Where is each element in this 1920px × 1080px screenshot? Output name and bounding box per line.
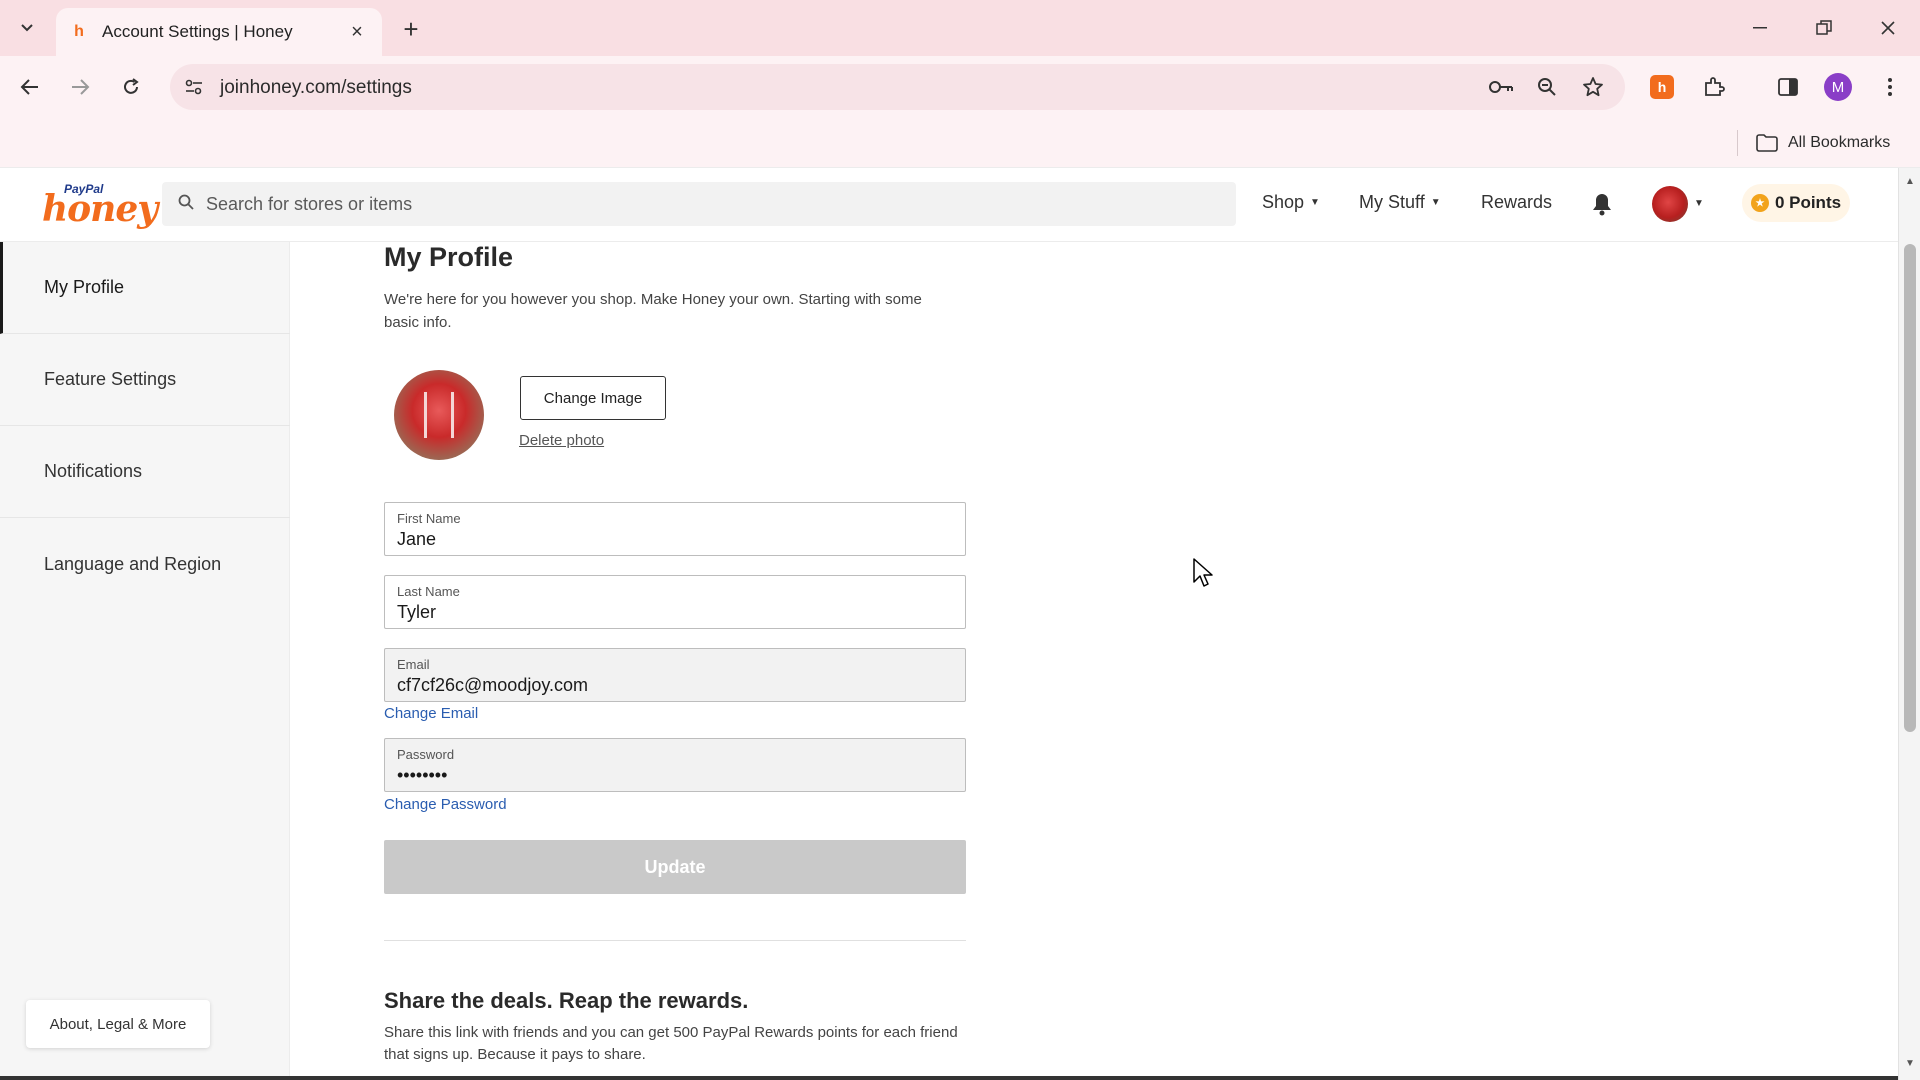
reload-button[interactable] xyxy=(113,69,149,105)
all-bookmarks-button[interactable]: All Bookmarks xyxy=(1756,128,1890,158)
last-name-label: Last Name xyxy=(397,584,460,599)
site-header: PayPal honey Shop ▼ My Stuff ▼ Rewards ▼… xyxy=(0,168,1898,242)
browser-menu-icon[interactable] xyxy=(1872,69,1908,105)
new-tab-button[interactable]: + xyxy=(396,14,426,44)
sidebar-item-label: My Profile xyxy=(44,277,125,297)
bookmark-star-icon[interactable] xyxy=(1580,74,1606,100)
browser-tab-active[interactable]: h Account Settings | Honey × xyxy=(56,8,382,56)
mouse-cursor-icon xyxy=(1193,558,1213,587)
reload-icon xyxy=(124,78,139,94)
paypal-honey-logo[interactable]: PayPal honey xyxy=(42,182,158,230)
password-field: Password •••••••• xyxy=(384,738,966,792)
notifications-bell-icon[interactable] xyxy=(1589,190,1615,218)
sidebar-item-label: Feature Settings xyxy=(44,369,177,389)
password-key-icon[interactable] xyxy=(1488,74,1514,100)
extensions-puzzle-icon[interactable] xyxy=(1696,69,1732,105)
all-bookmarks-label: All Bookmarks xyxy=(1788,134,1891,151)
email-label: Email xyxy=(397,657,430,672)
coin-icon: ★ xyxy=(1750,194,1769,212)
browser-toolbar: joinhoney.com/settings h M xyxy=(0,56,1920,118)
first-name-field[interactable]: First Name Jane xyxy=(384,502,966,556)
honey-favicon-icon: h xyxy=(74,23,84,40)
close-icon xyxy=(1881,21,1895,35)
user-avatar[interactable] xyxy=(1652,186,1688,222)
shop-label: Shop xyxy=(1262,192,1305,212)
caret-down-icon: ▼ xyxy=(1310,197,1320,208)
shop-menu[interactable]: Shop ▼ xyxy=(1262,192,1320,213)
first-name-label: First Name xyxy=(397,511,461,526)
last-name-field[interactable]: Last Name Tyler xyxy=(384,575,966,629)
bookmarks-bar: All Bookmarks xyxy=(0,118,1920,168)
restore-button[interactable] xyxy=(1804,12,1844,44)
tab-search-button[interactable] xyxy=(10,12,44,44)
first-name-value: Jane xyxy=(397,529,437,549)
minimize-button[interactable] xyxy=(1740,12,1780,44)
forward-button[interactable] xyxy=(62,69,98,105)
store-search[interactable] xyxy=(162,182,1236,226)
email-field: Email cf7cf26c@moodjoy.com xyxy=(384,648,966,702)
email-value: cf7cf26c@moodjoy.com xyxy=(397,675,589,695)
settings-sidebar: My Profile Feature Settings Notification… xyxy=(0,242,290,1080)
sidebar-item-label: Language and Region xyxy=(44,553,222,574)
points-badge[interactable]: ★ 0 Points xyxy=(1742,184,1850,222)
password-value: •••••••• xyxy=(397,765,448,785)
scroll-down-arrow-icon[interactable]: ▼ xyxy=(1905,1058,1915,1069)
change-image-button[interactable]: Change Image xyxy=(520,376,666,420)
close-tab-icon[interactable]: × xyxy=(346,21,368,43)
rewards-link[interactable]: Rewards xyxy=(1481,192,1552,213)
address-bar[interactable]: joinhoney.com/settings xyxy=(170,64,1625,110)
sidebar-item-my-profile[interactable]: My Profile xyxy=(0,242,290,334)
points-label: 0 Points xyxy=(1774,193,1842,212)
password-label: Password xyxy=(397,747,455,762)
last-name-value: Tyler xyxy=(397,602,437,622)
close-window-button[interactable] xyxy=(1868,12,1908,44)
sidebar-item-notifications[interactable]: Notifications xyxy=(0,426,290,518)
share-heading: Share the deals. Reap the rewards. xyxy=(384,988,749,1013)
bottom-edge xyxy=(0,1076,1898,1080)
profile-intro-text: We're here for you however you shop. Mak… xyxy=(384,291,922,331)
back-button[interactable] xyxy=(12,69,48,105)
caret-down-icon: ▼ xyxy=(1430,197,1441,208)
minimize-icon xyxy=(1753,27,1767,29)
zoom-icon[interactable] xyxy=(1534,74,1560,100)
restore-icon xyxy=(1816,20,1832,35)
avatar-caret-icon[interactable]: ▼ xyxy=(1694,198,1704,209)
forward-arrow-icon xyxy=(72,79,90,95)
delete-photo-link[interactable]: Delete photo xyxy=(519,432,604,449)
update-button[interactable]: Update xyxy=(384,840,966,894)
sidebar-item-language-region[interactable]: Language and Region xyxy=(0,518,290,610)
change-password-link[interactable]: Change Password xyxy=(384,796,507,813)
my-stuff-label: My Stuff xyxy=(1359,192,1425,212)
side-panel-icon[interactable] xyxy=(1770,69,1806,105)
profile-photo xyxy=(394,370,484,460)
profile-button[interactable]: M xyxy=(1820,69,1856,105)
search-icon xyxy=(178,194,194,215)
folder-icon xyxy=(1756,134,1778,152)
share-text: Share this link with friends and you can… xyxy=(384,1024,958,1063)
rewards-label: Rewards xyxy=(1481,192,1553,212)
browser-tabstrip: h Account Settings | Honey × + xyxy=(0,0,1920,56)
section-divider xyxy=(384,940,966,941)
page-scrollbar[interactable]: ▲ ▼ xyxy=(1898,168,1920,1080)
my-stuff-menu[interactable]: My Stuff ▼ xyxy=(1359,192,1441,213)
tab-title: Account Settings | Honey xyxy=(102,22,293,41)
profile-content: My Profile We're here for you however yo… xyxy=(290,242,1898,1080)
chevron-down-icon xyxy=(21,24,33,32)
gift-bow-shape xyxy=(424,392,454,438)
change-email-link[interactable]: Change Email xyxy=(384,705,478,722)
profile-avatar: M xyxy=(1824,73,1852,101)
sidebar-item-label: Notifications xyxy=(44,461,143,481)
logo-honey-text: honey xyxy=(42,188,158,230)
scrollbar-thumb[interactable] xyxy=(1904,244,1916,732)
bookmarks-divider xyxy=(1737,130,1738,156)
page-title: My Profile xyxy=(384,242,514,272)
url-text: joinhoney.com/settings xyxy=(220,77,412,98)
sidebar-item-feature-settings[interactable]: Feature Settings xyxy=(0,334,290,426)
honey-extension-icon[interactable]: h xyxy=(1644,69,1680,105)
scroll-up-arrow-icon[interactable]: ▲ xyxy=(1905,176,1915,187)
site-settings-icon[interactable] xyxy=(182,75,206,99)
back-arrow-icon xyxy=(20,79,38,95)
search-input[interactable] xyxy=(206,193,1106,215)
about-legal-button[interactable]: About, Legal & More xyxy=(26,1000,210,1048)
